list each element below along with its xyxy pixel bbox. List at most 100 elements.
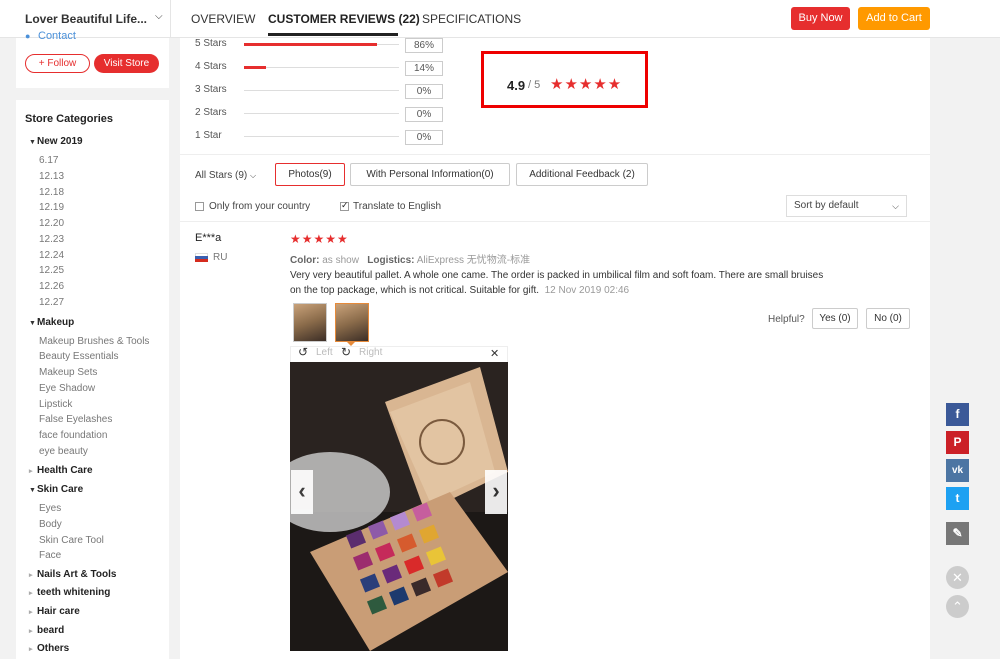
rating-label-1: 1 Star [195,130,222,141]
subcategory-item[interactable]: Skin Care Tool [39,535,104,546]
subcategory-item[interactable]: 12.27 [39,297,64,308]
tab-specifications[interactable]: SPECIFICATIONS [422,12,521,26]
next-photo-button[interactable]: › [485,470,507,514]
subcategory-item[interactable]: 12.13 [39,171,64,182]
add-to-cart-button[interactable]: Add to Cart [858,7,930,30]
buy-now-button[interactable]: Buy Now [791,7,850,30]
rating-bar-fill-4 [244,66,266,69]
helpful-label: Helpful? [768,314,805,325]
subcategory-item[interactable]: Body [39,519,62,530]
rotate-left-icon[interactable]: ↺ [298,345,308,359]
category-health-care[interactable]: ▸ Health Care [29,465,93,476]
helpful-no-button[interactable]: No (0) [866,308,910,329]
personal-info-filter-button[interactable]: With Personal Information(0) [350,163,510,186]
review-date: 12 Nov 2019 02:46 [544,285,630,296]
store-name[interactable]: Lover Beautiful Life... [25,12,147,26]
review-photo-large [290,362,508,651]
chat-icon[interactable]: ● [25,31,30,41]
triangle-right-icon: ▸ [29,628,33,635]
rotate-right-label[interactable]: Right [359,347,382,358]
subcategory-item[interactable]: Eyes [39,503,61,514]
subcategory-item[interactable]: Lipstick [39,399,72,410]
additional-feedback-filter-button[interactable]: Additional Feedback (2) [516,163,648,186]
category-makeup[interactable]: ▼Makeup [29,317,74,328]
rating-pct-3: 0% [405,84,443,99]
contact-link[interactable]: Contact [38,30,76,42]
category-beard[interactable]: ▸ beard [29,625,64,636]
review-photo-thumbnail-active[interactable] [335,303,369,342]
rating-bar-fill-5 [244,43,377,46]
follow-button[interactable]: + Follow [25,54,90,73]
category-new-2019[interactable]: ▼New 2019 [29,136,83,147]
chevron-down-icon: ⌵ [892,201,899,211]
helpful-yes-button[interactable]: Yes (0) [812,308,858,329]
subcategory-item[interactable]: Makeup Sets [39,367,97,378]
tab-customer-reviews[interactable]: CUSTOMER REVIEWS (22) [268,12,420,26]
subcategory-item[interactable]: 6.17 [39,155,58,166]
vk-share-icon[interactable]: vk [946,459,969,482]
category-nails-art[interactable]: ▸ Nails Art & Tools [29,569,116,580]
rating-bar-track [244,136,399,137]
subcategory-item[interactable]: 12.24 [39,250,64,261]
top-nav-bar: Lover Beautiful Life... ⌵ OVERVIEW CUSTO… [0,0,1000,38]
previous-photo-button[interactable]: ‹ [291,470,313,514]
active-tab-indicator [268,33,398,36]
only-country-checkbox[interactable] [195,202,204,211]
subcategory-item[interactable]: False Eyelashes [39,414,112,425]
pinterest-share-icon[interactable]: P [946,431,969,454]
triangle-right-icon: ▸ [29,590,33,597]
rating-pct-2: 0% [405,107,443,122]
category-hair-care[interactable]: ▸ Hair care [29,606,80,617]
only-country-label: Only from your country [209,201,311,212]
score-denominator: / 5 [528,79,541,91]
triangle-right-icon: ▸ [29,646,33,653]
back-to-top-icon[interactable]: ⌃ [946,595,969,618]
triangle-down-icon: ▼ [29,139,36,146]
review-photo-thumbnail[interactable] [293,303,327,342]
translate-checkbox[interactable] [340,200,349,211]
subcategory-item[interactable]: face foundation [39,430,107,441]
twitter-share-icon[interactable]: t [946,487,969,510]
eyeshadow-palette-photo [290,362,508,651]
subcategory-item[interactable]: 12.20 [39,218,64,229]
triangle-down-icon: ▼ [29,487,36,494]
all-stars-filter[interactable]: All Stars (9) ⌵ [195,170,256,181]
subcategory-item[interactable]: Beauty Essentials [39,351,119,362]
rating-label-2: 2 Stars [195,107,227,118]
triangle-down-icon: ▼ [29,320,36,327]
rotate-right-icon[interactable]: ↻ [341,345,351,359]
edit-feedback-icon[interactable]: ✎ [946,522,969,545]
photos-filter-button[interactable]: Photos(9) [275,163,345,186]
subcategory-item[interactable]: Eye Shadow [39,383,95,394]
translate-label: Translate to English [353,201,442,212]
divider [180,221,930,222]
subcategory-item[interactable]: 12.26 [39,281,64,292]
subcategory-item[interactable]: 12.25 [39,265,64,276]
visit-store-button[interactable]: Visit Store [94,54,159,73]
rotate-left-label[interactable]: Left [316,347,333,358]
close-icon[interactable]: ✕ [946,566,969,589]
rating-bar-track [244,67,399,68]
subcategory-item[interactable]: eye beauty [39,446,88,457]
category-others[interactable]: ▸ Others [29,643,69,654]
category-skin-care[interactable]: ▼Skin Care [29,484,83,495]
rating-label-3: 3 Stars [195,84,227,95]
chevron-down-icon[interactable]: ⌵ [155,11,163,22]
subcategory-item[interactable]: 12.23 [39,234,64,245]
divider [180,154,930,155]
rating-pct-1: 0% [405,130,443,145]
tab-overview[interactable]: OVERVIEW [191,12,255,26]
subcategory-item[interactable]: 12.18 [39,187,64,198]
subcategory-item[interactable]: Makeup Brushes & Tools [39,336,149,347]
rating-label-5: 5 Stars [195,38,227,49]
facebook-share-icon[interactable]: f [946,403,969,426]
chevron-down-icon: ⌵ [250,171,257,180]
sort-select[interactable]: Sort by default ⌵ [786,195,907,217]
review-meta: Color: as show Logistics: AliExpress 无忧物… [290,255,531,266]
subcategory-item[interactable]: Face [39,550,61,561]
category-teeth-whitening[interactable]: ▸ teeth whitening [29,587,110,598]
close-icon[interactable]: ✕ [490,347,499,360]
subcategory-item[interactable]: 12.19 [39,202,64,213]
reviewer-country: RU [213,252,228,263]
score-stars: ★★★★★ [550,76,623,93]
